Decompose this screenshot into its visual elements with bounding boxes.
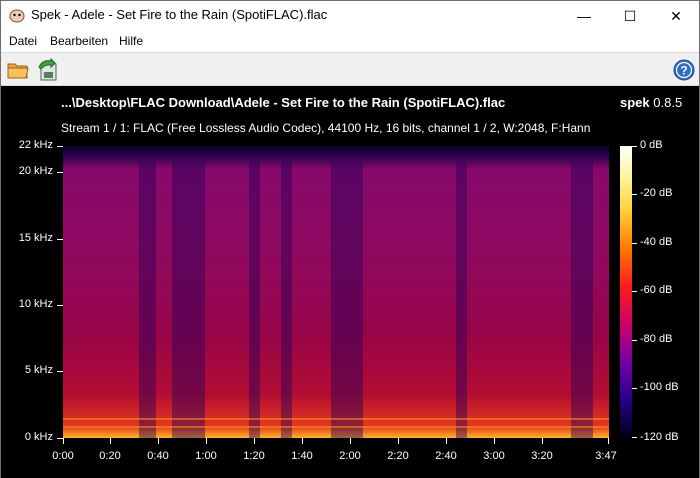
colorbar-label: -120 dB	[640, 431, 679, 443]
menu-datei[interactable]: Datei	[9, 34, 37, 48]
x-tick	[302, 438, 303, 444]
colorbar-tick	[632, 146, 637, 147]
help-icon[interactable]: ?	[672, 58, 696, 82]
y-tick	[57, 305, 63, 306]
spectrum-stripe	[139, 160, 156, 438]
y-tick-label: 22 kHz	[18, 139, 53, 151]
svg-text:?: ?	[680, 64, 687, 78]
y-tick	[57, 146, 63, 147]
x-tick-label: 1:20	[243, 450, 265, 462]
x-tick-label: 2:00	[339, 450, 361, 462]
menu-bar: Datei Bearbeiten Hilfe	[1, 31, 699, 52]
x-tick	[398, 438, 399, 444]
y-tick-label: 0 kHz	[24, 431, 53, 443]
spectrum-stripe	[281, 160, 293, 438]
stream-info: Stream 1 / 1: FLAC (Free Lossless Audio …	[61, 121, 591, 135]
x-tick-label: 2:20	[387, 450, 409, 462]
x-tick-label: 0:20	[99, 450, 121, 462]
colorbar-tick	[632, 291, 637, 292]
open-folder-icon[interactable]	[6, 58, 30, 82]
y-tick	[57, 371, 63, 372]
colorbar-label: -60 dB	[640, 284, 673, 296]
spectrum-stripe	[172, 160, 205, 438]
title-bar[interactable]: Spek - Adele - Set Fire to the Rain (Spo…	[1, 1, 699, 31]
file-path-title: ...\Desktop\FLAC Download\Adele - Set Fi…	[61, 95, 506, 110]
x-tick	[254, 438, 255, 444]
save-icon[interactable]	[36, 58, 60, 82]
spectrum-stripe	[570, 160, 593, 438]
x-tick	[158, 438, 159, 444]
y-tick-label: 5 kHz	[24, 364, 53, 376]
db-colorbar	[620, 146, 632, 438]
menu-hilfe[interactable]: Hilfe	[119, 34, 143, 48]
x-tick-label: 3:20	[531, 450, 553, 462]
spectrum-stripe	[330, 160, 364, 438]
y-tick-label: 10 kHz	[18, 298, 53, 310]
x-tick	[63, 438, 64, 444]
x-tick-label: 1:40	[291, 450, 313, 462]
x-tick	[206, 438, 207, 444]
x-tick-label: 3:47	[595, 450, 617, 462]
version-label: 0.8.5	[653, 95, 683, 110]
colorbar-tick	[632, 388, 637, 389]
spek-window: Spek - Adele - Set Fire to the Rain (Spo…	[0, 0, 700, 478]
spek-brand: spek 0.8.5	[620, 95, 682, 110]
maximize-button[interactable]: ☐	[607, 1, 653, 31]
low-frequency-band	[63, 417, 609, 420]
x-tick-label: 0:00	[52, 450, 74, 462]
y-tick	[57, 239, 63, 240]
x-tick	[110, 438, 111, 444]
spectrum-stripe	[248, 160, 260, 438]
colorbar-label: -80 dB	[640, 333, 673, 345]
y-tick-label: 20 kHz	[18, 165, 53, 177]
y-tick-label: 15 kHz	[18, 232, 53, 244]
colorbar-tick	[632, 194, 637, 195]
spek-app-icon	[9, 9, 25, 23]
colorbar-label: 0 dB	[640, 139, 663, 151]
spectrogram-panel: ...\Desktop\FLAC Download\Adele - Set Fi…	[1, 86, 699, 478]
x-tick	[446, 438, 447, 444]
x-tick	[494, 438, 495, 444]
menu-bearbeiten[interactable]: Bearbeiten	[50, 34, 108, 48]
brand-name: spek	[620, 95, 650, 110]
x-tick	[542, 438, 543, 444]
y-tick	[57, 172, 63, 173]
colorbar-tick	[632, 340, 637, 341]
x-tick-label: 2:40	[435, 450, 457, 462]
x-tick	[350, 438, 351, 444]
x-tick-label: 3:00	[483, 450, 505, 462]
x-tick-label: 0:40	[147, 450, 169, 462]
minimize-button[interactable]: —	[561, 1, 607, 31]
close-button[interactable]: ✕	[653, 1, 699, 31]
low-frequency-band	[63, 426, 609, 429]
spectrum-stripe	[456, 160, 468, 438]
spectrogram-image	[63, 146, 609, 438]
window-title: Spek - Adele - Set Fire to the Rain (Spo…	[31, 7, 328, 22]
colorbar-label: -40 dB	[640, 236, 673, 248]
toolbar: ?	[1, 52, 699, 86]
colorbar-tick	[632, 243, 637, 244]
colorbar-tick	[632, 437, 637, 438]
colorbar-label: -100 dB	[640, 381, 679, 393]
x-tick	[608, 438, 609, 444]
x-tick-label: 1:00	[195, 450, 217, 462]
colorbar-label: -20 dB	[640, 187, 673, 199]
